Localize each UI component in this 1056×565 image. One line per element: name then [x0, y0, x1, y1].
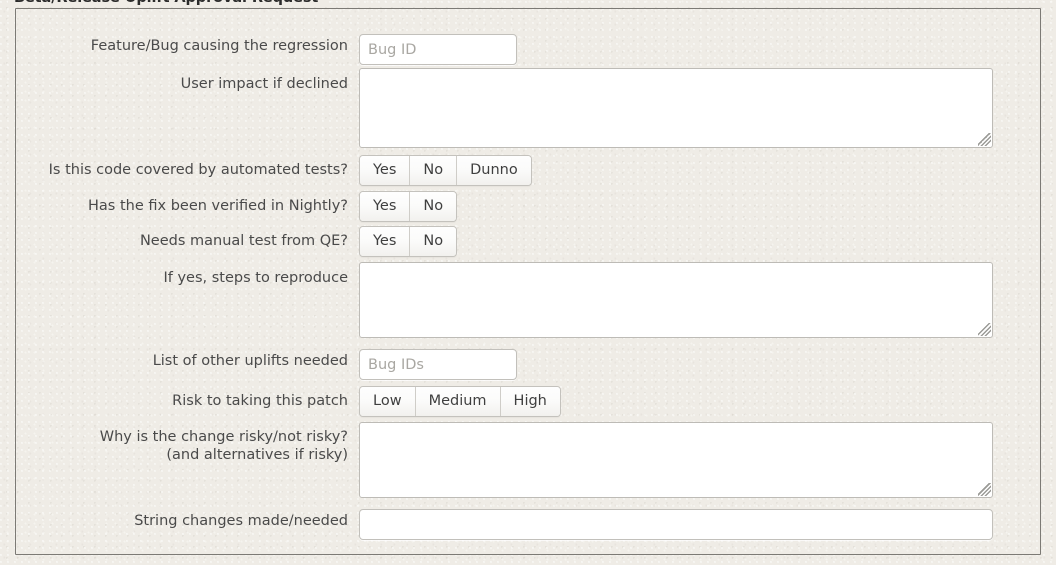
uplift-request-fieldset [15, 8, 1041, 555]
fieldset-legend: Beta/Release Uplift Approval Request [8, 0, 324, 6]
